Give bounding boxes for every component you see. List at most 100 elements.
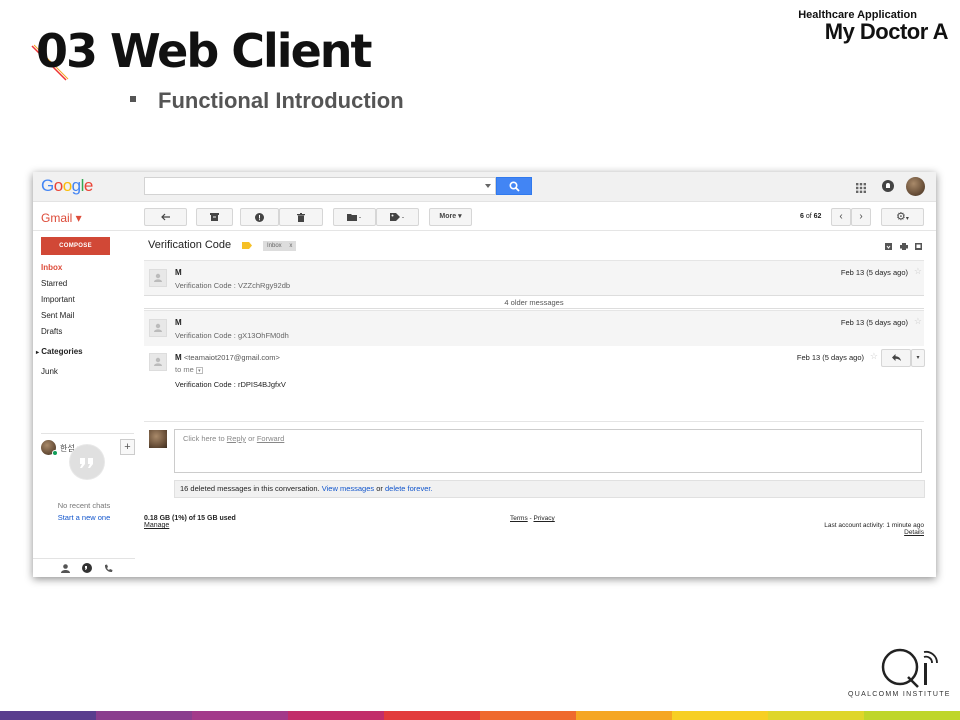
- my-avatar: [149, 430, 167, 448]
- inbox-label-chip: Inbox x: [263, 241, 297, 251]
- stripe-segment: [384, 711, 481, 720]
- manage-storage-link[interactable]: Manage: [144, 522, 236, 529]
- deleted-messages-text: 16 deleted messages in this conversation…: [180, 484, 320, 493]
- google-logo[interactable]: Google: [41, 176, 93, 196]
- search-options-icon[interactable]: [485, 184, 491, 188]
- sidebar-item-junk[interactable]: Junk: [41, 367, 58, 376]
- divider: [41, 433, 134, 434]
- stripe-segment: [0, 711, 97, 720]
- older-messages-divider[interactable]: 4 older messages: [144, 295, 924, 309]
- stripe-segment: [96, 711, 193, 720]
- sender-line: M <teamaiot2017@gmail.com>: [175, 353, 280, 362]
- collapsed-message[interactable]: M Verification Code : gX13OhFM0dh Feb 13…: [144, 310, 924, 346]
- print-icon[interactable]: [900, 243, 908, 250]
- delete-button[interactable]: [279, 208, 323, 226]
- quote-icon: [70, 445, 104, 479]
- reply-box[interactable]: Click here to Reply or Forward: [174, 429, 922, 473]
- star-icon[interactable]: ☆: [870, 351, 878, 362]
- slide-title: 03 Web Client: [36, 24, 372, 78]
- delete-forever-link[interactable]: delete forever.: [385, 484, 433, 493]
- move-to-button[interactable]: [333, 208, 376, 226]
- new-window-icon[interactable]: [915, 243, 922, 250]
- details-link[interactable]: Details: [824, 529, 924, 536]
- more-actions-button[interactable]: ▾: [911, 349, 925, 367]
- bottom-tabs: [33, 558, 135, 577]
- archive-icon: [210, 213, 219, 221]
- message-snippet: Verification Code : gX13OhFM0dh: [175, 331, 289, 340]
- expand-all-icon[interactable]: [885, 243, 892, 250]
- stripe-segment: [768, 711, 865, 720]
- gmail-menu[interactable]: Gmail ▾: [41, 211, 82, 225]
- pager-of: of: [805, 213, 812, 220]
- star-icon[interactable]: ☆: [914, 266, 922, 277]
- chevron-down-icon: ▾: [916, 355, 920, 361]
- forward-link[interactable]: Forward: [257, 434, 285, 443]
- bullet-icon: [130, 96, 136, 103]
- labels-button[interactable]: [376, 208, 419, 226]
- older-messages-label: 4 older messages: [500, 298, 568, 307]
- expanded-message: M <teamaiot2017@gmail.com> to me ▾ Verif…: [144, 346, 925, 422]
- search-button[interactable]: [496, 177, 532, 195]
- label-tag-icon: [389, 213, 404, 221]
- hangouts-tab-icon[interactable]: [82, 563, 92, 573]
- footer-links: Terms - Privacy: [510, 515, 555, 522]
- terms-link[interactable]: Terms: [510, 515, 528, 522]
- compose-button[interactable]: COMPOSE: [41, 237, 110, 255]
- expand-arrow-icon: ▸: [36, 350, 40, 356]
- message-date: Feb 13 (5 days ago): [796, 353, 864, 362]
- important-marker-icon[interactable]: [242, 242, 252, 249]
- phone-icon[interactable]: [104, 564, 113, 573]
- collapsed-message[interactable]: M Verification Code : VZZchRgy92db Feb 1…: [144, 260, 924, 296]
- stripe-segment: [480, 711, 577, 720]
- start-new-chat-link[interactable]: Start a new one: [33, 513, 135, 522]
- sidebar-item-starred[interactable]: Starred: [41, 279, 67, 288]
- show-details-icon[interactable]: ▾: [195, 366, 203, 374]
- account-avatar[interactable]: [906, 177, 925, 196]
- message-snippet: Verification Code : VZZchRgy92db: [175, 281, 291, 290]
- search-input[interactable]: [144, 177, 496, 195]
- label-chip-text: Inbox: [267, 243, 282, 249]
- top-bar: Google: [33, 172, 936, 202]
- archive-button[interactable]: [196, 208, 233, 226]
- star-icon[interactable]: ☆: [914, 316, 922, 327]
- sidebar-item-drafts[interactable]: Drafts: [41, 327, 62, 336]
- more-button[interactable]: More ▾: [429, 208, 472, 226]
- sidebar-item-categories[interactable]: ▸ Categories: [36, 347, 83, 356]
- deleted-messages-bar: 16 deleted messages in this conversation…: [174, 480, 925, 498]
- remove-label-button[interactable]: x: [289, 243, 292, 249]
- sidebar-item-sent-mail[interactable]: Sent Mail: [41, 311, 74, 320]
- reply-prompt: Click here to: [183, 434, 225, 443]
- sidebar: COMPOSE Inbox Starred Important Sent Mai…: [33, 232, 135, 577]
- pagination-text: 6 of 62: [800, 213, 821, 220]
- storage-usage: 0.18 GB (1%) of 15 GB used: [144, 515, 236, 522]
- sidebar-item-important[interactable]: Important: [41, 295, 75, 304]
- default-person-icon: [154, 323, 162, 332]
- recipient-text: to me: [175, 365, 194, 374]
- back-button[interactable]: [144, 208, 187, 226]
- divider: [135, 232, 136, 577]
- default-person-icon: [154, 273, 162, 282]
- new-chat-button[interactable]: +: [120, 439, 135, 455]
- chevron-right-icon: ›: [859, 211, 863, 222]
- apps-grid-icon[interactable]: [856, 183, 866, 193]
- sender-name: M: [175, 318, 182, 327]
- report-spam-button[interactable]: [240, 208, 279, 226]
- view-messages-link[interactable]: View messages: [322, 484, 374, 493]
- divider: [144, 421, 924, 422]
- contacts-person-icon[interactable]: [61, 564, 70, 573]
- back-arrow-icon: [160, 213, 170, 221]
- reply-link[interactable]: Reply: [227, 434, 246, 443]
- qualcomm-institute-wordmark: QUALCOMM INSTITUTE: [848, 691, 951, 698]
- older-button[interactable]: ›: [851, 208, 871, 226]
- storage-info: 0.18 GB (1%) of 15 GB used Manage: [144, 515, 236, 529]
- notifications-bell-icon[interactable]: [882, 180, 894, 192]
- chevron-down-icon: ▾: [905, 216, 909, 222]
- sender-email: <teamaiot2017@gmail.com>: [183, 353, 280, 362]
- reply-button[interactable]: [881, 349, 911, 367]
- settings-button[interactable]: ⚙▾: [881, 208, 924, 226]
- sidebar-item-inbox[interactable]: Inbox: [41, 263, 62, 272]
- logo-letter: o: [62, 176, 72, 195]
- privacy-link[interactable]: Privacy: [533, 515, 554, 522]
- last-activity-text: Last account activity: 1 minute ago: [824, 522, 924, 529]
- newer-button[interactable]: ‹: [831, 208, 851, 226]
